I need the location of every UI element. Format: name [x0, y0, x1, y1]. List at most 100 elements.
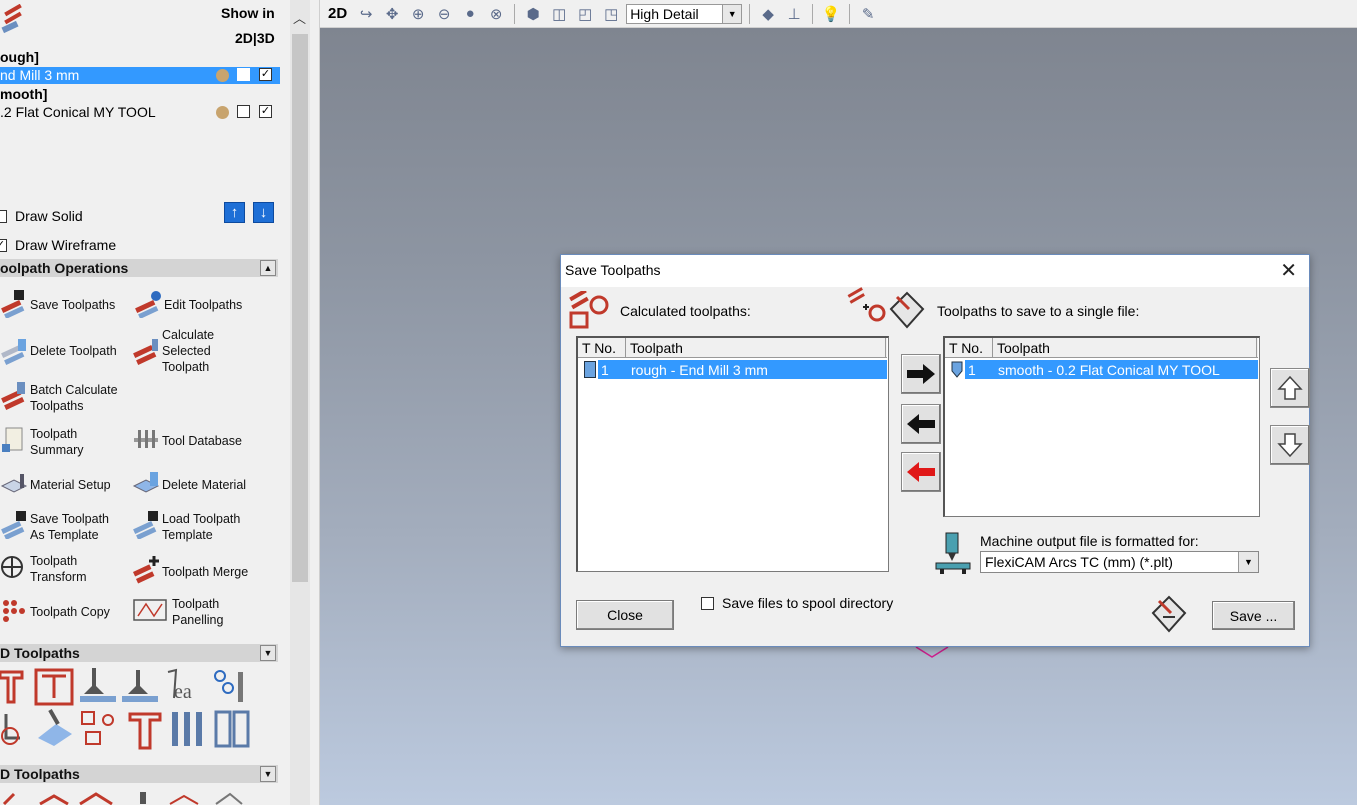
calculated-toolpaths-list[interactable]: T No. Toolpath 1 rough - End Mill 3 mm — [576, 336, 889, 572]
column-tno[interactable]: T No. — [945, 338, 993, 357]
toolpath-color-dot[interactable] — [216, 106, 229, 119]
toolpath-hide-checkbox[interactable] — [237, 68, 250, 81]
profile-toolpath-icon[interactable] — [0, 670, 24, 704]
table-row[interactable]: 1 rough - End Mill 3 mm — [598, 360, 887, 379]
save-toolpath-template-button[interactable]: Save Toolpath As Template — [0, 511, 126, 543]
column-toolpath[interactable]: Toolpath — [626, 338, 886, 357]
left-panel-scrollbar[interactable]: ︿ — [290, 0, 310, 805]
slot-toolpath-icon[interactable] — [172, 712, 202, 746]
calculate-selected-toolpath-button[interactable]: Calculate Selected Toolpath — [132, 327, 232, 375]
remove-all-toolpaths-button[interactable] — [901, 452, 941, 492]
tool-database-button[interactable]: Tool Database — [132, 426, 242, 454]
section-2d-toolpaths[interactable]: D Toolpaths ▼ — [0, 644, 278, 662]
brush-icon[interactable]: ✎ — [857, 4, 879, 24]
zoom-box-icon[interactable]: ● — [459, 4, 481, 24]
zoom-all-icon[interactable]: ⊗ — [485, 4, 507, 24]
chevron-down-icon[interactable]: ▼ — [1238, 552, 1258, 572]
move-up-button[interactable] — [1270, 368, 1310, 408]
pan-icon[interactable]: ✥ — [381, 4, 403, 24]
delete-material-icon — [132, 470, 160, 498]
move-down-button[interactable] — [1270, 425, 1310, 465]
lightbulb-icon[interactable]: 💡 — [820, 4, 842, 24]
load-toolpath-template-button[interactable]: Load Toolpath Template — [132, 511, 258, 543]
toolpath-merge-button[interactable]: Toolpath Merge — [132, 556, 248, 584]
pocket-toolpath-icon[interactable] — [34, 668, 74, 706]
view-2d-button[interactable]: 2D — [328, 5, 351, 22]
toolpath-visible-checkbox[interactable]: ✓ — [259, 68, 272, 81]
material-setup-button[interactable]: Material Setup — [0, 470, 111, 498]
expand-icon[interactable]: ▼ — [260, 645, 276, 661]
iso-view-icon[interactable]: ⬢ — [522, 4, 544, 24]
scroll-up-icon[interactable]: ︿ — [293, 8, 306, 27]
zoom-out-icon[interactable]: ⊖ — [433, 4, 455, 24]
top-view-icon[interactable]: ◫ — [548, 4, 570, 24]
drilling-toolpath-icon[interactable] — [80, 668, 116, 702]
batch-calculate-toolpaths-button[interactable]: Batch Calculate Toolpaths — [0, 382, 130, 414]
plane-icon[interactable]: ◆ — [757, 4, 779, 24]
expand-icon[interactable]: ▼ — [260, 766, 276, 782]
toolpath-item-smooth[interactable]: .2 Flat Conical MY TOOL ✓ — [0, 104, 280, 122]
column-toolpath[interactable]: Toolpath — [993, 338, 1257, 357]
scrollbar-thumb[interactable] — [292, 34, 308, 582]
delete-toolpath-button[interactable]: Delete Toolpath — [0, 337, 117, 365]
spool-checkbox[interactable] — [701, 596, 714, 610]
undo-view-icon[interactable]: ↪ — [355, 4, 377, 24]
inlay-toolpath-icon[interactable] — [1, 714, 20, 745]
section-3d-toolpaths[interactable]: D Toolpaths ▼ — [0, 765, 278, 783]
toolpath-transform-button[interactable]: Toolpath Transform — [0, 553, 100, 585]
toolpath-summary-button[interactable]: Toolpath Summary — [0, 426, 100, 458]
draw-wireframe-checkbox[interactable]: ✓ — [0, 238, 7, 252]
toolpath-row-icon — [950, 361, 964, 378]
front-view-icon[interactable]: ◰ — [574, 4, 596, 24]
calculated-label: Calculated toolpaths: — [620, 303, 751, 319]
toolpath-item-rough[interactable]: nd Mill 3 mm ✓ — [0, 67, 280, 84]
chevron-down-icon[interactable]: ▼ — [722, 4, 742, 23]
save-template-icon — [0, 511, 28, 540]
add-toolpath-button[interactable] — [901, 354, 941, 394]
panel-divider[interactable] — [310, 0, 320, 805]
toolpaths-to-save-list[interactable]: T No. Toolpath 1 smooth - 0.2 Flat Conic… — [943, 336, 1260, 517]
prism-toolpath-icon[interactable] — [214, 710, 250, 748]
side-view-icon[interactable]: ◳ — [600, 4, 622, 24]
move-down-button[interactable]: ↓ — [253, 202, 274, 223]
moulding-toolpath-icon[interactable] — [128, 712, 162, 750]
op-label: Save Toolpath As Template — [30, 512, 109, 542]
draw-wireframe-label: Draw Wireframe — [15, 237, 117, 253]
zoom-in-icon[interactable]: ⊕ — [407, 4, 429, 24]
delete-material-button[interactable]: Delete Material — [132, 470, 246, 498]
detail-select[interactable]: High Detail ▼ — [626, 3, 743, 24]
close-icon[interactable]: ✕ — [1280, 258, 1297, 283]
toolpath-copy-button[interactable]: Toolpath Copy — [0, 597, 110, 625]
section-title: D Toolpaths — [0, 645, 80, 661]
collapse-icon[interactable]: ▲ — [260, 260, 276, 276]
dialog-title: Save Toolpaths — [565, 262, 661, 278]
table-row[interactable]: 1 smooth - 0.2 Flat Conical MY TOOL — [965, 360, 1258, 379]
toolpath-group-rough: ough] — [0, 49, 39, 65]
texture-toolpath-icon[interactable] — [38, 709, 72, 746]
fluting-toolpath-icon[interactable] — [214, 670, 243, 702]
draw-solid-option[interactable]: Draw Solid — [0, 208, 83, 224]
column-tno[interactable]: T No. — [578, 338, 626, 357]
edit-toolpaths-button[interactable]: Edit Toolpaths — [134, 290, 242, 319]
save-toolpaths-button[interactable]: Save Toolpaths — [0, 290, 115, 319]
draw-wireframe-option[interactable]: ✓ Draw Wireframe — [0, 237, 116, 253]
close-button[interactable]: Close — [576, 600, 674, 630]
spool-option[interactable]: Save files to spool directory — [701, 595, 893, 611]
toolpath-visible-checkbox[interactable]: ✓ — [259, 105, 272, 118]
move-up-button[interactable]: ↑ — [224, 202, 245, 223]
remove-toolpath-button[interactable] — [901, 404, 941, 444]
toolpath-color-dot[interactable] — [216, 69, 229, 82]
machine-post-select[interactable]: FlexiCAM Arcs TC (mm) (*.plt) ▼ — [980, 551, 1259, 573]
toolpath-panelling-button[interactable]: Toolpath Panelling — [132, 596, 242, 628]
save-button[interactable]: Save ... — [1212, 601, 1295, 630]
nesting-toolpath-icon[interactable] — [81, 711, 114, 745]
engraving-toolpath-icon[interactable]: ea — [167, 668, 192, 703]
op-label: Calculate Selected Toolpath — [162, 328, 215, 374]
toolpath-hide-checkbox[interactable] — [237, 105, 250, 118]
draw-solid-checkbox[interactable] — [0, 209, 7, 223]
section-toolpath-operations[interactable]: oolpath Operations ▲ — [0, 259, 278, 277]
show-in-modes[interactable]: 2D|3D — [235, 30, 275, 46]
vcarve-toolpath-icon[interactable] — [122, 670, 158, 702]
3d-toolpath-icons — [0, 790, 290, 805]
axes-icon[interactable]: ⊥ — [783, 4, 805, 24]
